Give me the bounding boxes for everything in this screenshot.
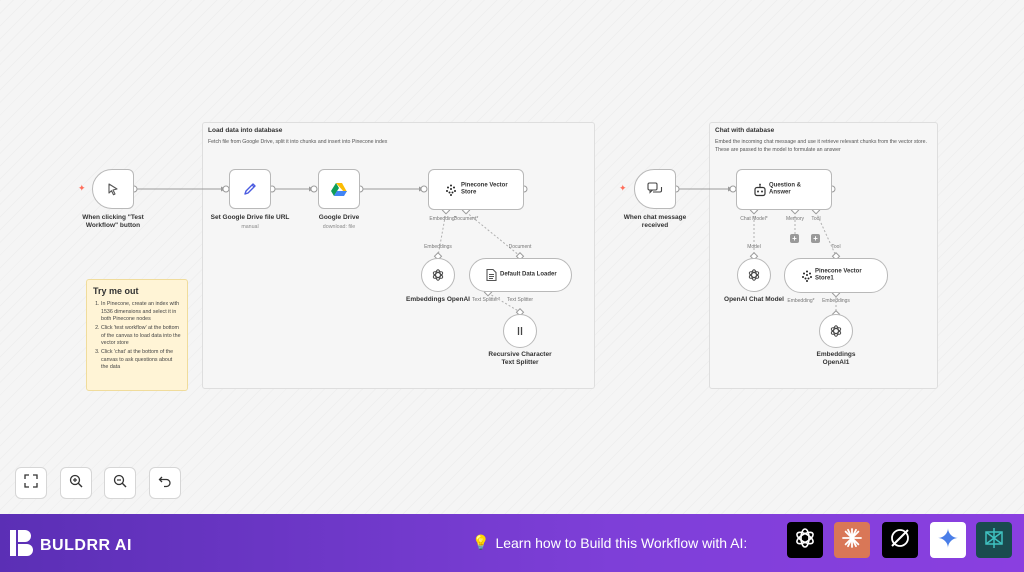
learn-text: Learn how to Build this Workflow with AI… [495, 534, 748, 551]
node-subtitle: download: file [322, 224, 356, 230]
buldrr-logo-icon [10, 530, 34, 561]
undo-icon [158, 474, 172, 493]
lightbulb-icon: 💡 [472, 534, 490, 550]
openai-icon [829, 324, 843, 338]
connections-layer [130, 185, 841, 319]
trigger-bolt-icon: ✦ [78, 183, 86, 193]
zoom-in-icon [69, 474, 83, 493]
cursor-icon [106, 182, 120, 196]
brand-name: BULDRR AI [40, 536, 132, 554]
port-label-memory: Memory [785, 216, 805, 222]
google-drive-icon [331, 182, 347, 196]
node-embeddings-openai[interactable] [421, 258, 455, 292]
node-question-answer[interactable]: Question & Answer [736, 169, 832, 210]
node-label-line: Recursive Character [488, 351, 552, 358]
node-label-line: Workflow" button [85, 222, 141, 230]
node-label-line: Text Splitter [501, 359, 539, 367]
port-label-tool-input: Tool [831, 244, 841, 250]
port-label-embedding: Embedding* [429, 216, 457, 222]
node-chat-trigger[interactable] [634, 169, 676, 209]
undo-button[interactable] [149, 467, 181, 499]
node-label-line: Store [461, 189, 477, 196]
workflow-canvas[interactable]: Load data into database Fetch file from … [0, 0, 1024, 514]
node-manual-trigger[interactable] [92, 169, 134, 209]
input-port [420, 185, 428, 193]
openai-icon [747, 268, 761, 282]
gemini-icon [937, 527, 959, 554]
node-google-drive[interactable] [318, 169, 360, 209]
fit-view-icon [24, 473, 38, 493]
port-label-document-required: Document* [453, 216, 479, 222]
node-openai-chat-model[interactable] [737, 258, 771, 292]
port-label-model: Model [747, 244, 761, 250]
claude-icon [840, 526, 864, 555]
node-label: OpenAI Chat Model [724, 296, 784, 303]
add-memory-button[interactable]: + [790, 234, 799, 243]
openai-icon [431, 268, 445, 282]
perplexity-icon [982, 526, 1006, 555]
pinecone-icon [445, 184, 457, 196]
node-label: Recursive Character Text Splitter [488, 351, 551, 367]
node-label: Embeddings OpenAI1 [816, 351, 855, 367]
node-subtitle: manual [241, 224, 259, 230]
node-pinecone-vector-store1[interactable]: Pinecone Vector Store1 [784, 258, 888, 293]
node-label: Embeddings OpenAI [406, 296, 470, 303]
zoom-out-button[interactable] [104, 467, 136, 499]
node-label: Set Google Drive file URL [210, 214, 290, 221]
fit-view-button[interactable] [15, 467, 47, 499]
add-tool-button[interactable]: + [811, 234, 820, 243]
port-label-chat-model: Chat Model* [740, 216, 768, 222]
port-label-text-splitter: Text Splitter [506, 297, 534, 303]
trigger-bolt-icon: ✦ [619, 183, 627, 193]
openai-icon [793, 526, 817, 555]
node-label-line: Embeddings [816, 351, 856, 358]
claude-tool-button[interactable] [834, 522, 870, 558]
node-text-splitter[interactable] [503, 314, 537, 348]
node-inner-label: Pinecone Vector Store [461, 182, 508, 197]
brand-logo[interactable]: BULDRR AI [10, 530, 132, 561]
learn-cta: 💡 Learn how to Build this Workflow with … [472, 534, 747, 551]
node-label-line: Store1 [815, 275, 834, 282]
node-label-line: received [641, 222, 669, 230]
node-label-line: Pinecone Vector [815, 268, 862, 274]
node-pinecone-vector-store[interactable]: Pinecone Vector Store [428, 169, 524, 210]
node-label: When chat message received [624, 214, 687, 230]
robot-icon [753, 183, 767, 196]
grok-icon [888, 526, 912, 555]
openai-tool-button[interactable] [787, 522, 823, 558]
document-icon [486, 268, 497, 282]
node-label-line: When clicking "Test [82, 214, 144, 221]
pencil-icon [242, 181, 258, 197]
node-label-line: When chat message [623, 214, 687, 221]
zoom-out-icon [113, 474, 127, 493]
node-inner-label: Default Data Loader [500, 271, 557, 278]
node-set-url[interactable] [229, 169, 271, 209]
grok-tool-button[interactable] [882, 522, 918, 558]
node-embeddings-openai1[interactable] [819, 314, 853, 348]
node-label-line: Pinecone Vector [461, 182, 508, 188]
node-label: Google Drive [318, 214, 360, 221]
port-label-embeddings: Embeddings [424, 244, 452, 250]
zoom-in-button[interactable] [60, 467, 92, 499]
node-inner-label: Pinecone Vector Store1 [815, 268, 862, 283]
splitter-icon [515, 326, 525, 336]
port-label-tool: Tool [811, 216, 821, 222]
port-label-text-splitter-required: Text Splitter* [471, 297, 501, 303]
chat-icon [647, 182, 663, 196]
footer-banner: BULDRR AI 💡 Learn how to Build this Work… [0, 514, 1024, 572]
node-inner-label: Question & Answer [769, 182, 801, 197]
node-label-line: Answer [769, 189, 791, 196]
gemini-tool-button[interactable] [930, 522, 966, 558]
input-port [310, 185, 318, 193]
node-label-line: Question & [769, 182, 802, 188]
port-label-document: Document [508, 244, 532, 250]
pinecone-icon [801, 270, 813, 282]
perplexity-tool-button[interactable] [976, 522, 1012, 558]
node-label: When clicking "Test Workflow" button [82, 214, 143, 230]
port-label-embedding-2: Embedding* [787, 298, 815, 304]
node-label-line: OpenAI1 [822, 359, 850, 367]
port-label-embeddings-2: Embeddings [822, 298, 850, 304]
node-default-data-loader[interactable]: Default Data Loader [469, 258, 572, 292]
